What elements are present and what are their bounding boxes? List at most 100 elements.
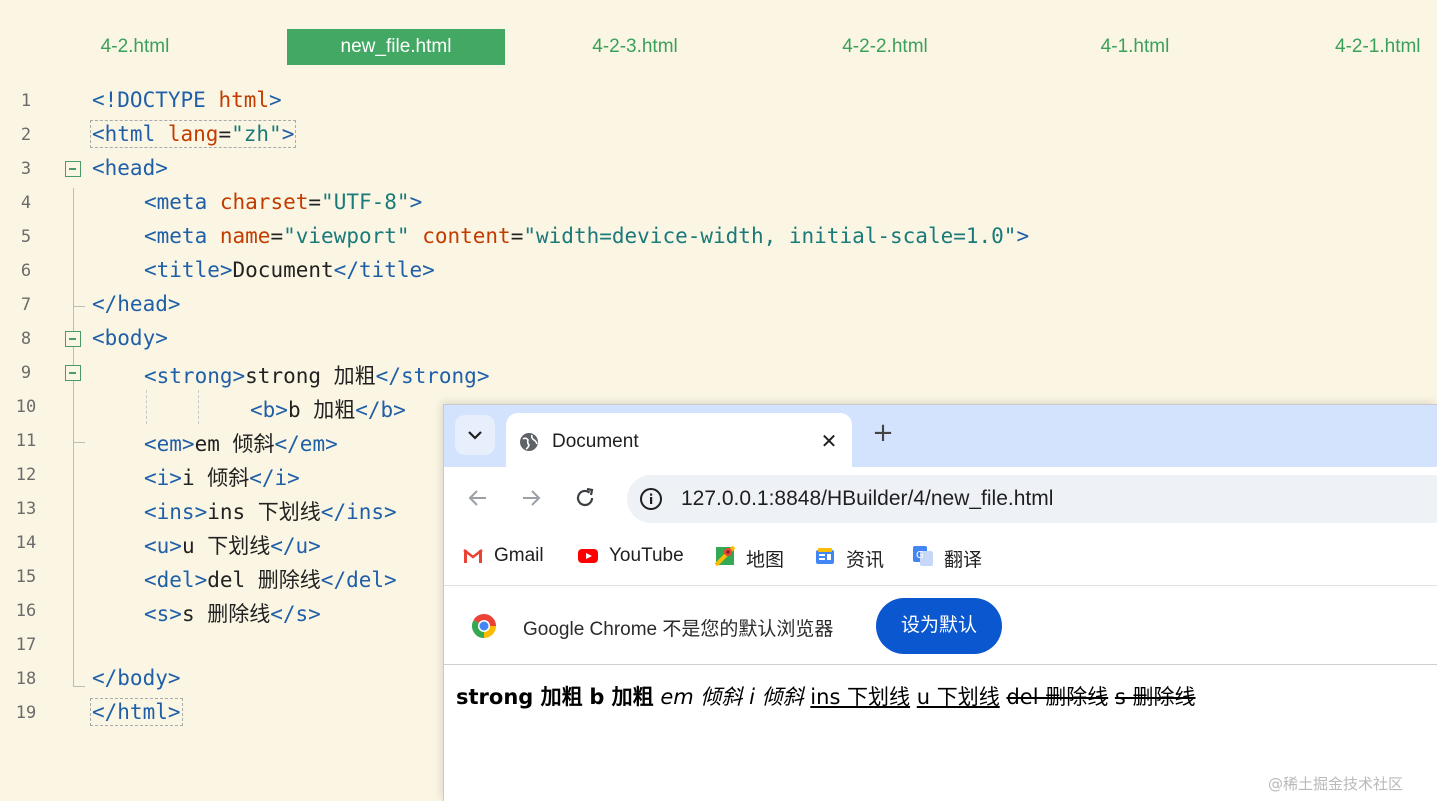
bookmarks-bar: Gmail YouTube 地图 资讯 G 翻译 <box>444 529 1437 585</box>
address-bar[interactable]: 127.0.0.1:8848/HBuilder/4/new_file.html <box>627 475 1437 523</box>
bookmark-gmail[interactable]: Gmail <box>462 543 552 569</box>
browser-tab-document[interactable]: Document ✕ <box>506 413 852 467</box>
code-token: strong 加粗 <box>245 364 376 388</box>
fold-collapse-icon[interactable] <box>65 365 81 381</box>
line-number: 8 <box>20 329 32 349</box>
bookmark-label: YouTube <box>609 545 684 566</box>
line-number: 14 <box>15 533 37 553</box>
code-token: = <box>270 224 284 248</box>
infobar-message: Google Chrome 不是您的默认浏览器 <box>523 619 834 640</box>
chevron-down-icon <box>468 431 482 440</box>
code-token: lang <box>167 122 219 146</box>
fold-collapse-icon[interactable] <box>65 331 81 347</box>
url-text: 127.0.0.1:8848/HBuilder/4/new_file.html <box>681 487 1054 510</box>
rendered-ins: ins 下划线 <box>810 685 911 709</box>
editor-tab-bar: 4-2.html new_file.html 4-2-3.html 4-2-2.… <box>0 0 1437 80</box>
code-token: <del> <box>144 568 208 592</box>
code-line-3: 3 <head> <box>0 152 1437 186</box>
bookmark-youtube[interactable]: YouTube <box>577 543 687 569</box>
site-info-icon[interactable] <box>639 487 663 511</box>
chrome-logo-icon <box>471 613 496 638</box>
editor-tab-new-file[interactable]: new_file.html <box>287 29 505 65</box>
code-token: = <box>218 122 232 146</box>
rendered-i: i 倾斜 <box>749 685 804 709</box>
code-token: <u> <box>144 534 182 558</box>
line-number: 19 <box>15 703 37 723</box>
line-number: 9 <box>20 363 32 383</box>
code-line-6: 6 <title>Document</title> <box>0 254 1437 288</box>
code-token: "viewport" <box>283 224 410 248</box>
bookmark-translate[interactable]: G 翻译 <box>912 543 987 571</box>
close-tab-icon[interactable]: ✕ <box>818 430 840 452</box>
tab-search-button[interactable] <box>455 415 495 455</box>
globe-icon <box>520 433 538 451</box>
editor-tab-4-2-1[interactable]: 4-2-1.html <box>1310 29 1437 65</box>
code-token: <ins> <box>144 500 208 524</box>
rendered-s: s 删除线 <box>1114 685 1196 709</box>
line-number: 10 <box>15 397 37 417</box>
reload-icon[interactable] <box>573 486 597 510</box>
code-line-9: 9 <strong>strong 加粗</strong> <box>0 356 1437 390</box>
line-number: 16 <box>15 601 37 621</box>
code-token: i 倾斜 <box>181 466 250 490</box>
rendered-text-line: strong 加粗 b 加粗 em 倾斜 i 倾斜 ins 下划线 u 下划线 … <box>456 681 1196 711</box>
rendered-b: b 加粗 <box>589 685 654 709</box>
browser-tab-strip: Document ✕ + <box>444 405 1437 467</box>
line-number: 18 <box>15 669 37 689</box>
rendered-strong: strong 加粗 <box>456 685 583 709</box>
code-token: <i> <box>144 466 182 490</box>
line-number: 2 <box>20 125 32 145</box>
code-token: </i> <box>249 466 300 490</box>
code-token: </title> <box>333 258 435 282</box>
code-token: s 删除线 <box>181 602 271 626</box>
code-token: </body> <box>92 666 181 690</box>
editor-tab-4-2[interactable]: 4-2.html <box>60 29 210 65</box>
code-line-1: 1 <!DOCTYPE html> <box>0 84 1437 118</box>
browser-toolbar: 127.0.0.1:8848/HBuilder/4/new_file.html <box>444 467 1437 529</box>
line-number: 4 <box>20 193 32 213</box>
maps-icon <box>714 545 736 567</box>
forward-arrow-icon[interactable] <box>519 486 543 510</box>
fold-collapse-icon[interactable] <box>65 161 81 177</box>
code-token: del 删除线 <box>207 568 321 592</box>
code-token: <meta <box>144 224 208 248</box>
browser-tab-title: Document <box>552 431 639 452</box>
code-line-7: 7 </head> <box>0 288 1437 322</box>
code-token: charset <box>219 190 309 214</box>
bookmark-news[interactable]: 资讯 <box>814 543 889 571</box>
back-arrow-icon[interactable] <box>466 486 490 510</box>
code-token: "zh" <box>231 122 282 146</box>
rendered-del: del 删除线 <box>1006 685 1109 709</box>
code-token: <meta <box>144 190 208 214</box>
code-token: </strong> <box>375 364 490 388</box>
news-icon <box>816 548 834 564</box>
bookmark-label: Gmail <box>494 545 544 566</box>
code-token: > <box>1016 224 1030 248</box>
code-token: u 下划线 <box>181 534 271 558</box>
editor-tab-4-2-3[interactable]: 4-2-3.html <box>560 29 710 65</box>
bookmark-label: 资讯 <box>846 550 885 571</box>
code-token: </del> <box>320 568 397 592</box>
code-token: ins 下划线 <box>207 500 321 524</box>
editor-tab-4-1[interactable]: 4-1.html <box>1060 29 1210 65</box>
gmail-icon <box>463 549 483 563</box>
line-number: 6 <box>20 261 32 281</box>
new-tab-icon[interactable]: + <box>869 419 897 447</box>
bracket-match-highlight: </html> <box>90 698 183 726</box>
set-default-button[interactable]: 设为默认 <box>876 598 1002 654</box>
default-browser-infobar: Google Chrome 不是您的默认浏览器 设为默认 <box>444 585 1437 665</box>
watermark: @稀土掘金技术社区 <box>1268 775 1404 793</box>
svg-text:G: G <box>916 550 924 561</box>
code-token: <em> <box>144 432 195 456</box>
bookmark-maps[interactable]: 地图 <box>714 543 789 571</box>
code-token: "UTF-8" <box>321 190 410 214</box>
code-token: html <box>218 88 270 112</box>
code-token: </b> <box>355 398 406 422</box>
bookmark-label: 翻译 <box>944 550 983 571</box>
editor-tab-4-2-2[interactable]: 4-2-2.html <box>810 29 960 65</box>
code-token: <title> <box>144 258 233 282</box>
rendered-em: em 倾斜 <box>660 685 743 709</box>
code-token: <body> <box>92 326 168 350</box>
code-token: = <box>308 190 322 214</box>
code-token: </head> <box>92 292 181 316</box>
